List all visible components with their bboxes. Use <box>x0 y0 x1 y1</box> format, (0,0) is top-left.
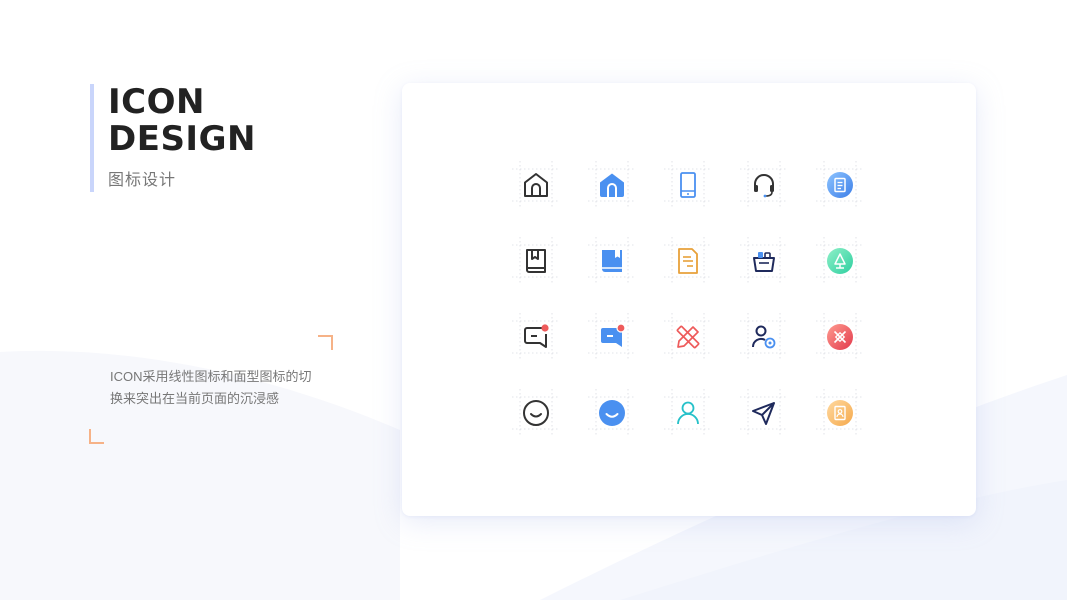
page-title: ICON DESIGN <box>90 84 256 158</box>
book-outline-icon <box>526 249 546 273</box>
tree-circle-icon <box>827 248 853 274</box>
send-icon <box>752 402 775 425</box>
document-circle-icon <box>827 172 853 198</box>
icon-cell <box>512 237 560 285</box>
tablet-icon <box>680 172 696 198</box>
icon-cell <box>740 237 788 285</box>
icon-cell <box>588 161 636 209</box>
icon-cell <box>664 313 712 361</box>
headset-icon <box>754 174 774 198</box>
description-line-2: 换来突出在当前页面的沉浸感 <box>110 391 280 406</box>
icon-cell <box>740 161 788 209</box>
message-filled-icon <box>601 323 626 347</box>
user-settings-icon <box>751 325 776 349</box>
icon-cell <box>512 389 560 437</box>
smile-filled-icon <box>599 400 625 426</box>
icon-grid <box>512 161 872 461</box>
description: ICON采用线性图标和面型图标的切 换来突出在当前页面的沉浸感 <box>110 366 330 410</box>
title-accent-bar <box>90 84 94 192</box>
message-outline-icon <box>524 324 549 348</box>
contact-circle-icon <box>827 400 853 426</box>
icon-cell <box>512 313 560 361</box>
icon-cell <box>816 389 864 437</box>
icon-cell <box>816 313 864 361</box>
document-icon <box>678 248 698 274</box>
icon-cell <box>664 389 712 437</box>
home-filled-icon <box>600 173 624 197</box>
icon-cell <box>740 389 788 437</box>
icon-cell <box>740 313 788 361</box>
pencil-ruler-icon <box>676 325 700 349</box>
title-line-1: ICON <box>108 82 205 122</box>
icon-cell <box>816 237 864 285</box>
icon-showcase-card <box>402 83 976 516</box>
smile-outline-icon <box>523 400 549 426</box>
page-subtitle: 图标设计 <box>108 172 177 189</box>
user-icon <box>677 401 699 425</box>
icon-cell <box>588 237 636 285</box>
book-filled-icon <box>602 250 622 272</box>
pencil-ruler-circle-icon <box>827 324 853 350</box>
title-line-2: DESIGN <box>108 119 256 159</box>
description-line-1: ICON采用线性图标和面型图标的切 <box>110 369 312 384</box>
icon-cell <box>664 161 712 209</box>
title-block: ICON DESIGN 图标设计 <box>90 84 256 192</box>
icon-cell <box>588 389 636 437</box>
icon-cell <box>588 313 636 361</box>
icon-cell <box>512 161 560 209</box>
icon-cell <box>664 237 712 285</box>
corner-mark-bottom-left <box>89 429 104 444</box>
corner-mark-top-right <box>318 335 333 350</box>
basket-icon <box>753 252 775 272</box>
icon-cell <box>816 161 864 209</box>
home-outline-icon <box>524 173 548 197</box>
